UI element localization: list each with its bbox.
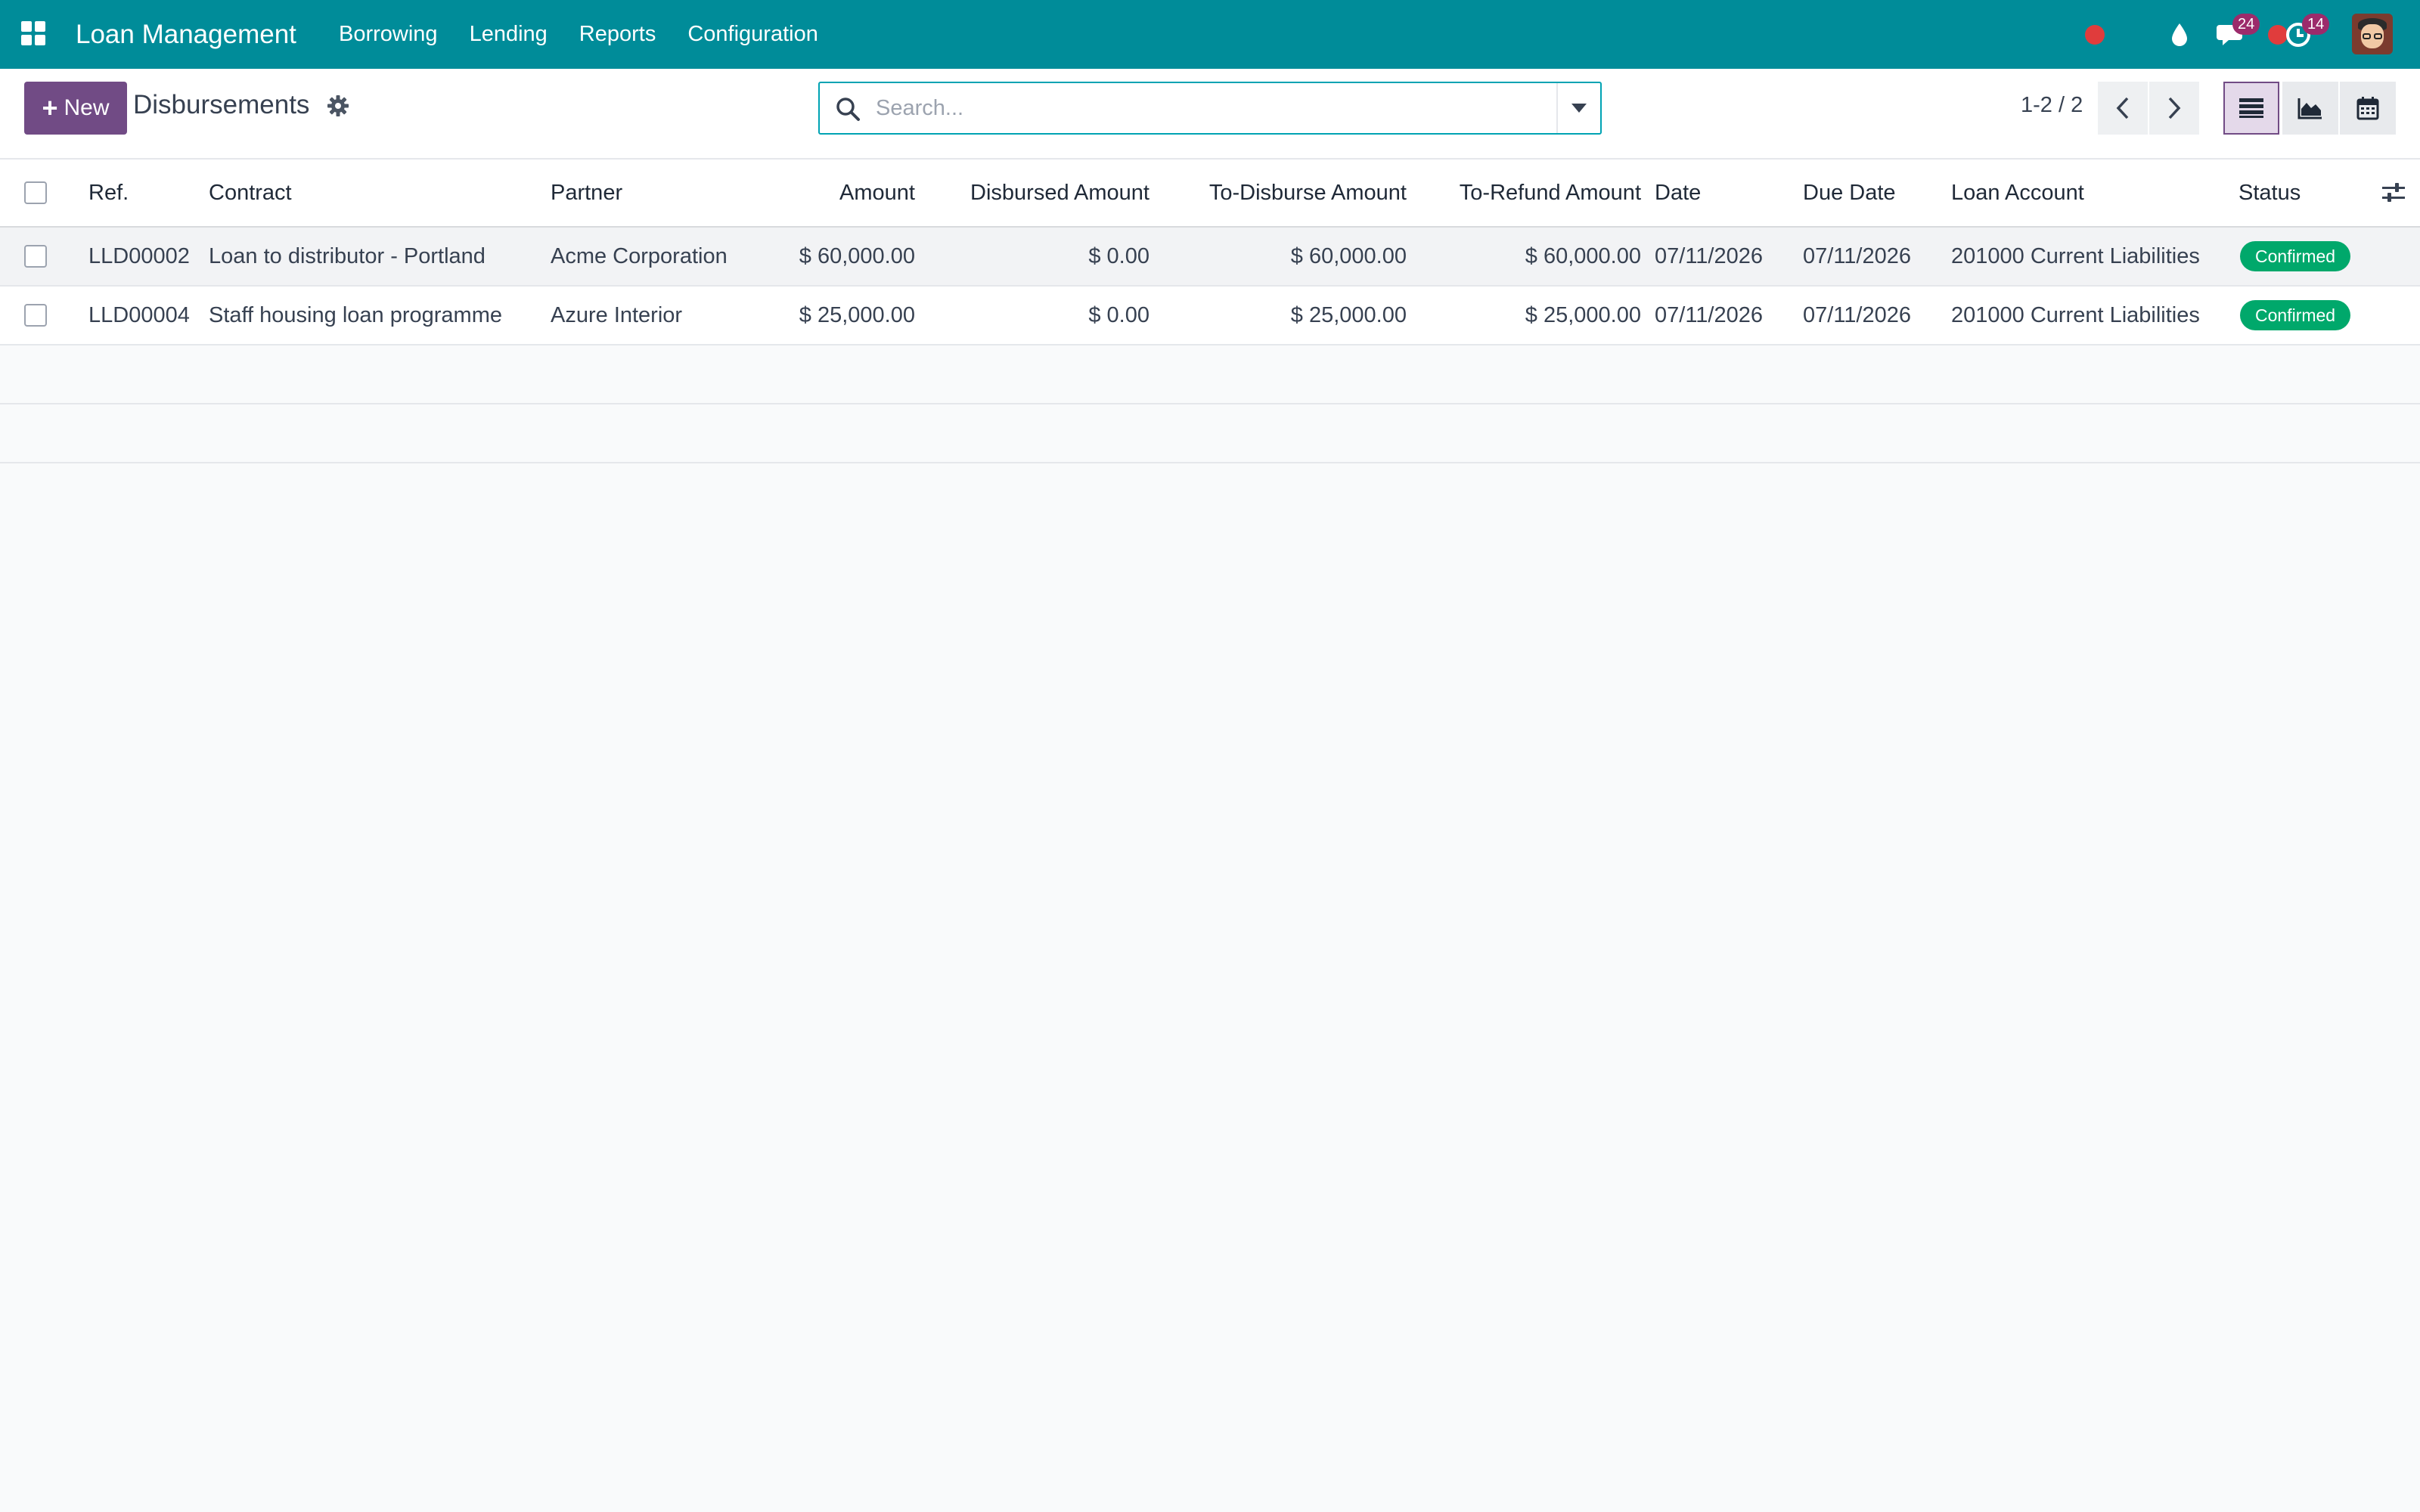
status-badge: Confirmed xyxy=(2240,300,2351,330)
area-chart-icon xyxy=(2297,98,2322,119)
plus-icon: + xyxy=(42,92,58,123)
gear-icon[interactable] xyxy=(327,94,349,117)
menu-borrowing[interactable]: Borrowing xyxy=(339,0,438,69)
pager-previous-button[interactable] xyxy=(2098,82,2148,135)
placeholder xyxy=(242,0,287,69)
control-panel: + New Disbursements 1-2 / 2 xyxy=(0,69,2420,160)
calendar-icon xyxy=(2356,97,2379,120)
top-menu: Borrowing Lending Reports Configuration xyxy=(339,0,850,69)
cell-status: Confirmed xyxy=(2240,287,2351,344)
optional-columns-toggle[interactable] xyxy=(2381,160,2406,226)
cell-ref: LLD00002 xyxy=(88,243,190,268)
cell-to-refund-amount: $ 25,000.00 xyxy=(1525,302,1641,327)
column-amount[interactable]: Amount xyxy=(756,160,915,226)
search-bar xyxy=(818,82,1602,135)
user-avatar[interactable] xyxy=(2352,14,2393,54)
record-dot-icon xyxy=(2085,24,2105,45)
table-row[interactable]: LLD00002 Loan to distributor - Portland … xyxy=(0,228,2420,287)
cell-due-date: 07/11/2026 xyxy=(1803,302,1911,327)
cell-to-refund-amount: $ 60,000.00 xyxy=(1525,243,1641,268)
column-date[interactable]: Date xyxy=(1655,160,1701,226)
chevron-left-icon xyxy=(2116,97,2129,119)
table-header: Ref. Contract Partner Amount Disbursed A… xyxy=(0,160,2420,228)
cell-date: 07/11/2026 xyxy=(1655,302,1763,327)
empty-row xyxy=(0,404,2420,463)
column-status[interactable]: Status xyxy=(2238,160,2301,226)
cell-amount: $ 60,000.00 xyxy=(799,243,915,268)
table-row[interactable]: LLD00004 Staff housing loan programme Az… xyxy=(0,287,2420,345)
column-to-refund-amount[interactable]: To-Refund Amount xyxy=(1414,160,1641,226)
sliders-icon xyxy=(2382,183,2405,202)
search-options-toggle[interactable] xyxy=(1558,83,1600,133)
cell-loan-account: 201000 Current Liabilities xyxy=(1951,243,2200,268)
column-disbursed-amount[interactable]: Disbursed Amount xyxy=(923,160,1150,226)
select-all-checkbox[interactable] xyxy=(24,181,47,204)
cell-partner: Azure Interior xyxy=(551,302,683,327)
pager-next-button[interactable] xyxy=(2149,82,2199,135)
activities-badge: 14 xyxy=(2302,14,2330,35)
row-checkbox[interactable] xyxy=(24,304,47,327)
messages-badge: 24 xyxy=(2232,14,2260,35)
menu-lending[interactable]: Lending xyxy=(470,0,548,69)
cell-amount: $ 25,000.00 xyxy=(799,302,915,327)
cell-contract: Loan to distributor - Portland xyxy=(209,243,486,268)
empty-row xyxy=(0,345,2420,404)
column-partner[interactable]: Partner xyxy=(551,160,622,226)
cell-to-disburse-amount: $ 25,000.00 xyxy=(1290,302,1407,327)
column-contract[interactable]: Contract xyxy=(209,160,292,226)
apps-menu-icon[interactable] xyxy=(21,21,47,47)
cell-partner: Acme Corporation xyxy=(551,243,728,268)
cell-status: Confirmed xyxy=(2240,228,2351,285)
cell-date: 07/11/2026 xyxy=(1655,243,1763,268)
cell-contract: Staff housing loan programme xyxy=(209,302,502,327)
chevron-right-icon xyxy=(2168,97,2181,119)
new-button[interactable]: + New xyxy=(24,82,127,135)
caret-down-icon xyxy=(1571,104,1587,113)
row-checkbox[interactable] xyxy=(24,245,47,268)
pager-value[interactable]: 1-2 / 2 xyxy=(2021,93,2083,118)
drop-icon xyxy=(2172,23,2187,46)
cell-disbursed-amount: $ 0.00 xyxy=(1088,302,1150,327)
list-view-button[interactable] xyxy=(2223,82,2279,135)
drop-tray[interactable] xyxy=(2157,0,2202,69)
cell-disbursed-amount: $ 0.00 xyxy=(1088,243,1150,268)
search-input[interactable] xyxy=(876,91,1556,125)
select-all-cell xyxy=(24,160,51,226)
record-tray[interactable] xyxy=(2072,0,2118,69)
search-icon xyxy=(836,98,860,121)
calendar-view-button[interactable] xyxy=(2340,82,2396,135)
row-select-cell xyxy=(24,228,51,285)
cell-loan-account: 201000 Current Liabilities xyxy=(1951,302,2200,327)
column-loan-account[interactable]: Loan Account xyxy=(1951,160,2084,226)
column-due-date[interactable]: Due Date xyxy=(1803,160,1896,226)
cell-ref: LLD00004 xyxy=(88,302,190,327)
page-title: Disbursements xyxy=(133,90,310,119)
cell-due-date: 07/11/2026 xyxy=(1803,243,1911,268)
column-to-disburse-amount[interactable]: To-Disburse Amount xyxy=(1157,160,1407,226)
menu-configuration[interactable]: Configuration xyxy=(687,0,818,69)
cell-to-disburse-amount: $ 60,000.00 xyxy=(1290,243,1407,268)
status-badge: Confirmed xyxy=(2240,241,2351,271)
list-icon xyxy=(2239,98,2263,118)
row-select-cell xyxy=(24,287,51,344)
column-ref[interactable]: Ref. xyxy=(88,160,129,226)
main-navbar: Loan Management Borrowing Lending Report… xyxy=(0,0,2420,69)
avatar-image xyxy=(2352,14,2393,54)
graph-view-button[interactable] xyxy=(2282,82,2338,135)
menu-reports[interactable]: Reports xyxy=(579,0,656,69)
new-button-label: New xyxy=(64,95,110,120)
